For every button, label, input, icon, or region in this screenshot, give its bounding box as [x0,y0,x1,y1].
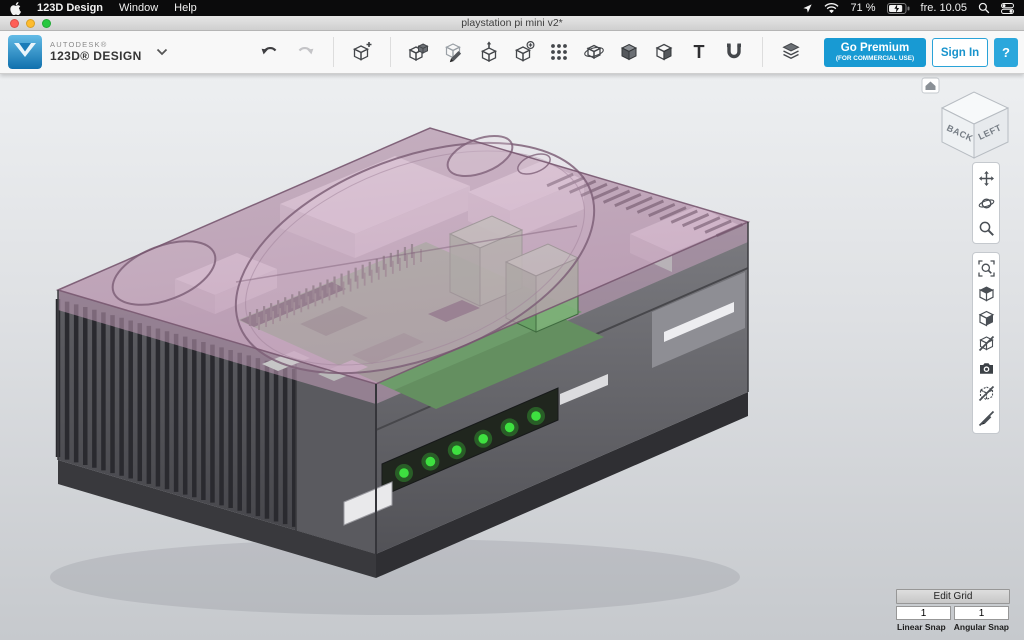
battery-percent: 71 % [850,2,875,14]
menu-clock[interactable]: fre. 10.05 [921,2,967,14]
tool-solid-cube[interactable] [615,36,643,68]
tool-material[interactable] [777,36,805,68]
brand-123d-design: 123D® DESIGN [50,50,142,63]
undo-icon [260,43,280,61]
revolve-icon [583,41,605,63]
macos-menu-bar: 123D Design Window Help 71 % fre. 10.05 [0,0,1024,16]
toolbar-separator [390,37,391,67]
minimize-window-button[interactable] [26,19,35,28]
zoom-icon [978,220,995,237]
magnet-icon [723,41,745,63]
edit-grid-button[interactable]: Edit Grid [896,589,1010,604]
shaded-cube-icon [653,41,675,63]
view-toolbar [972,162,1000,434]
materials-view-icon [978,310,995,327]
navigate-group [972,162,1000,244]
go-premium-button[interactable]: Go Premium (FOR COMMERCIAL USE) [824,38,926,67]
app-logo-123d [8,35,42,69]
outlines-toggle-icon [978,385,995,402]
text-icon: T [688,41,710,63]
menu-item-window[interactable]: Window [119,2,158,14]
location-icon[interactable] [802,2,813,14]
go-premium-subtext: (FOR COMMERCIAL USE) [824,55,926,62]
shaded-view-icon [978,285,995,302]
wifi-icon[interactable] [824,2,839,14]
svg-text:T: T [693,42,704,62]
menu-item-help[interactable]: Help [174,2,197,14]
hide-mesh-icon [978,335,995,352]
redo-icon [295,43,315,61]
screenshot-button[interactable] [975,357,997,379]
orbit-button[interactable] [975,192,997,214]
view-cube[interactable]: BACK LEFT [920,76,1016,162]
hide-mesh-button[interactable] [975,332,997,354]
screenshot-icon [978,360,995,377]
add-primitive-icon [513,41,535,63]
zoom-window-button[interactable] [42,19,51,28]
3d-viewport[interactable]: BACK LEFT [0,74,1024,640]
tool-magnet[interactable] [720,36,748,68]
control-center-icon[interactable] [1001,2,1014,14]
app-menu-chevron-icon[interactable] [156,43,168,61]
tool-redo[interactable] [291,36,319,68]
sketch-visibility-icon [978,410,995,427]
tool-text[interactable]: T [685,36,713,68]
app-toolbar: AUTODESK® 123D® DESIGN [0,31,1024,74]
toolbar-separator [333,37,334,67]
close-window-button[interactable] [10,19,19,28]
menu-item-app[interactable]: 123D Design [37,2,103,14]
brand-text: AUTODESK® 123D® DESIGN [50,41,142,62]
tool-primitives[interactable] [348,36,376,68]
shaded-view-button[interactable] [975,282,997,304]
fit-view-icon [978,260,995,277]
apple-menu-icon[interactable] [10,2,21,15]
pattern-icon [548,41,570,63]
window-title-bar: playstation pi mini v2* [0,16,1024,31]
tool-grouping[interactable] [405,36,433,68]
solid-cube-icon [618,41,640,63]
extrude-icon [478,41,500,63]
pan-button[interactable] [975,167,997,189]
fit-view-button[interactable] [975,257,997,279]
angular-snap-label: Angular Snap [954,622,1009,632]
primitives-icon [351,41,373,63]
outlines-toggle-button[interactable] [975,382,997,404]
help-button[interactable]: ? [994,38,1018,67]
display-group [972,252,1000,434]
grouping-icon [408,41,430,63]
tool-shaded-cube[interactable] [650,36,678,68]
tool-add-primitive[interactable] [510,36,538,68]
orbit-icon [978,195,995,212]
grid-panel: Edit Grid Linear Snap Angular Snap [896,589,1010,632]
model-playstation-pi-case [0,74,1024,640]
material-icon [780,41,802,63]
sign-in-button[interactable]: Sign In [932,38,988,67]
go-premium-label: Go Premium [841,42,909,54]
tool-extrude[interactable] [475,36,503,68]
sketch-icon [443,41,465,63]
sketch-visibility-button[interactable] [975,407,997,429]
zoom-button[interactable] [975,217,997,239]
tool-revolve[interactable] [580,36,608,68]
window-title: playstation pi mini v2* [461,17,563,29]
spotlight-icon[interactable] [978,2,990,14]
tool-sketch[interactable] [440,36,468,68]
battery-icon[interactable] [887,2,910,14]
materials-view-button[interactable] [975,307,997,329]
linear-snap-label: Linear Snap [897,622,946,632]
toolbar-separator [762,37,763,67]
linear-snap-input[interactable] [896,606,951,620]
tool-undo[interactable] [256,36,284,68]
angular-snap-input[interactable] [954,606,1009,620]
pan-icon [978,170,995,187]
tool-pattern[interactable] [545,36,573,68]
tool-strip: T [256,36,805,68]
